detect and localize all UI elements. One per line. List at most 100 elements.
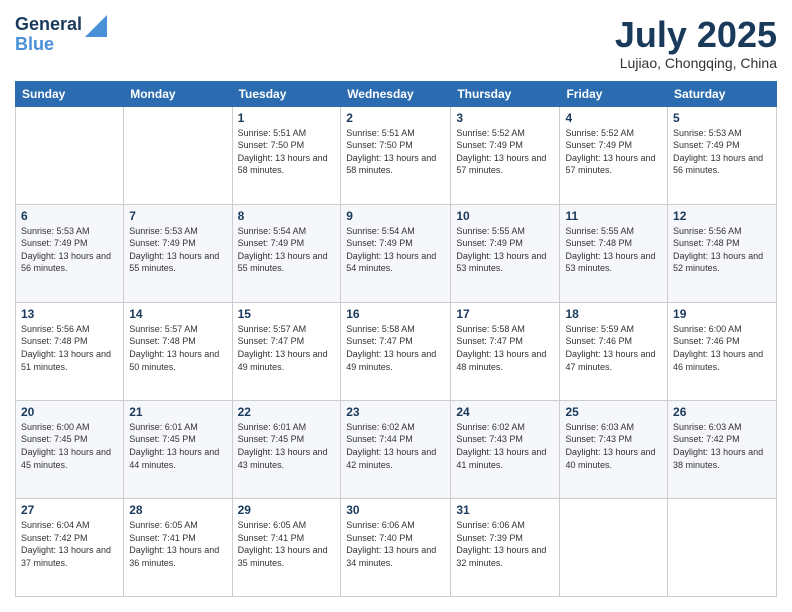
calendar-cell: 27 Sunrise: 6:04 AM Sunset: 7:42 PM Dayli… bbox=[16, 498, 124, 596]
day-info: Sunrise: 5:55 AM Sunset: 7:48 PM Dayligh… bbox=[565, 225, 662, 275]
calendar-cell: 24 Sunrise: 6:02 AM Sunset: 7:43 PM Dayli… bbox=[451, 400, 560, 498]
day-number: 4 bbox=[565, 111, 662, 125]
calendar-header-tuesday: Tuesday bbox=[232, 81, 341, 106]
day-number: 31 bbox=[456, 503, 554, 517]
title-section: July 2025 Lujiao, Chongqing, China bbox=[615, 15, 777, 71]
day-info: Sunrise: 5:55 AM Sunset: 7:49 PM Dayligh… bbox=[456, 225, 554, 275]
day-number: 28 bbox=[129, 503, 226, 517]
day-info: Sunrise: 6:06 AM Sunset: 7:40 PM Dayligh… bbox=[346, 519, 445, 569]
calendar-header-sunday: Sunday bbox=[16, 81, 124, 106]
day-number: 19 bbox=[673, 307, 771, 321]
calendar-cell: 8 Sunrise: 5:54 AM Sunset: 7:49 PM Daylig… bbox=[232, 204, 341, 302]
calendar-header-saturday: Saturday bbox=[668, 81, 777, 106]
day-info: Sunrise: 5:59 AM Sunset: 7:46 PM Dayligh… bbox=[565, 323, 662, 373]
day-number: 18 bbox=[565, 307, 662, 321]
day-number: 5 bbox=[673, 111, 771, 125]
day-info: Sunrise: 5:53 AM Sunset: 7:49 PM Dayligh… bbox=[21, 225, 118, 275]
calendar-cell: 16 Sunrise: 5:58 AM Sunset: 7:47 PM Dayli… bbox=[341, 302, 451, 400]
calendar-cell: 5 Sunrise: 5:53 AM Sunset: 7:49 PM Daylig… bbox=[668, 106, 777, 204]
day-number: 20 bbox=[21, 405, 118, 419]
day-info: Sunrise: 5:53 AM Sunset: 7:49 PM Dayligh… bbox=[129, 225, 226, 275]
day-info: Sunrise: 5:58 AM Sunset: 7:47 PM Dayligh… bbox=[456, 323, 554, 373]
day-info: Sunrise: 5:56 AM Sunset: 7:48 PM Dayligh… bbox=[21, 323, 118, 373]
calendar-cell: 3 Sunrise: 5:52 AM Sunset: 7:49 PM Daylig… bbox=[451, 106, 560, 204]
day-info: Sunrise: 6:04 AM Sunset: 7:42 PM Dayligh… bbox=[21, 519, 118, 569]
calendar-cell: 4 Sunrise: 5:52 AM Sunset: 7:49 PM Daylig… bbox=[560, 106, 668, 204]
day-info: Sunrise: 5:56 AM Sunset: 7:48 PM Dayligh… bbox=[673, 225, 771, 275]
calendar-header-row: SundayMondayTuesdayWednesdayThursdayFrid… bbox=[16, 81, 777, 106]
day-number: 27 bbox=[21, 503, 118, 517]
calendar-cell: 19 Sunrise: 6:00 AM Sunset: 7:46 PM Dayli… bbox=[668, 302, 777, 400]
day-info: Sunrise: 5:52 AM Sunset: 7:49 PM Dayligh… bbox=[565, 127, 662, 177]
day-number: 23 bbox=[346, 405, 445, 419]
day-info: Sunrise: 5:52 AM Sunset: 7:49 PM Dayligh… bbox=[456, 127, 554, 177]
calendar-cell: 21Sunrise: 6:01 AM Sunset: 7:45 PM Dayli… bbox=[124, 400, 232, 498]
day-number: 26 bbox=[673, 405, 771, 419]
logo: General Blue bbox=[15, 15, 107, 55]
day-info: Sunrise: 6:03 AM Sunset: 7:42 PM Dayligh… bbox=[673, 421, 771, 471]
day-info: Sunrise: 6:00 AM Sunset: 7:45 PM Dayligh… bbox=[21, 421, 118, 471]
calendar-cell: 20 Sunrise: 6:00 AM Sunset: 7:45 PM Dayli… bbox=[16, 400, 124, 498]
location: Lujiao, Chongqing, China bbox=[615, 55, 777, 71]
month-year: July 2025 bbox=[615, 15, 777, 55]
logo-general: General bbox=[15, 15, 82, 35]
calendar-cell: 25Sunrise: 6:03 AM Sunset: 7:43 PM Dayli… bbox=[560, 400, 668, 498]
day-number: 3 bbox=[456, 111, 554, 125]
day-info: Sunrise: 5:58 AM Sunset: 7:47 PM Dayligh… bbox=[346, 323, 445, 373]
day-number: 21 bbox=[129, 405, 226, 419]
day-number: 14 bbox=[129, 307, 226, 321]
day-info: Sunrise: 5:53 AM Sunset: 7:49 PM Dayligh… bbox=[673, 127, 771, 177]
day-number: 8 bbox=[238, 209, 336, 223]
day-number: 2 bbox=[346, 111, 445, 125]
calendar-cell: 13 Sunrise: 5:56 AM Sunset: 7:48 PM Dayli… bbox=[16, 302, 124, 400]
calendar-cell: 12Sunrise: 5:56 AM Sunset: 7:48 PM Dayli… bbox=[668, 204, 777, 302]
page: General Blue July 2025 Lujiao, Chongqing… bbox=[0, 0, 792, 612]
day-number: 16 bbox=[346, 307, 445, 321]
day-number: 17 bbox=[456, 307, 554, 321]
logo-text: General Blue bbox=[15, 15, 82, 55]
calendar-header-thursday: Thursday bbox=[451, 81, 560, 106]
calendar-cell: 6Sunrise: 5:53 AM Sunset: 7:49 PM Daylig… bbox=[16, 204, 124, 302]
calendar-header-friday: Friday bbox=[560, 81, 668, 106]
calendar-row-3: 20 Sunrise: 6:00 AM Sunset: 7:45 PM Dayli… bbox=[16, 400, 777, 498]
day-info: Sunrise: 6:05 AM Sunset: 7:41 PM Dayligh… bbox=[129, 519, 226, 569]
calendar: SundayMondayTuesdayWednesdayThursdayFrid… bbox=[15, 81, 777, 597]
calendar-header-wednesday: Wednesday bbox=[341, 81, 451, 106]
calendar-cell: 11 Sunrise: 5:55 AM Sunset: 7:48 PM Dayli… bbox=[560, 204, 668, 302]
day-number: 30 bbox=[346, 503, 445, 517]
day-number: 1 bbox=[238, 111, 336, 125]
calendar-cell bbox=[560, 498, 668, 596]
calendar-cell: 14 Sunrise: 5:57 AM Sunset: 7:48 PM Dayli… bbox=[124, 302, 232, 400]
calendar-cell: 29 Sunrise: 6:05 AM Sunset: 7:41 PM Dayli… bbox=[232, 498, 341, 596]
calendar-row-4: 27 Sunrise: 6:04 AM Sunset: 7:42 PM Dayli… bbox=[16, 498, 777, 596]
day-info: Sunrise: 6:05 AM Sunset: 7:41 PM Dayligh… bbox=[238, 519, 336, 569]
header: General Blue July 2025 Lujiao, Chongqing… bbox=[15, 15, 777, 71]
calendar-row-1: 6Sunrise: 5:53 AM Sunset: 7:49 PM Daylig… bbox=[16, 204, 777, 302]
day-number: 10 bbox=[456, 209, 554, 223]
day-number: 9 bbox=[346, 209, 445, 223]
day-info: Sunrise: 5:57 AM Sunset: 7:48 PM Dayligh… bbox=[129, 323, 226, 373]
day-info: Sunrise: 6:03 AM Sunset: 7:43 PM Dayligh… bbox=[565, 421, 662, 471]
day-info: Sunrise: 5:54 AM Sunset: 7:49 PM Dayligh… bbox=[238, 225, 336, 275]
calendar-cell: 15Sunrise: 5:57 AM Sunset: 7:47 PM Dayli… bbox=[232, 302, 341, 400]
day-info: Sunrise: 6:00 AM Sunset: 7:46 PM Dayligh… bbox=[673, 323, 771, 373]
day-info: Sunrise: 5:51 AM Sunset: 7:50 PM Dayligh… bbox=[238, 127, 336, 177]
calendar-cell: 23Sunrise: 6:02 AM Sunset: 7:44 PM Dayli… bbox=[341, 400, 451, 498]
calendar-cell: 9Sunrise: 5:54 AM Sunset: 7:49 PM Daylig… bbox=[341, 204, 451, 302]
day-number: 29 bbox=[238, 503, 336, 517]
day-number: 15 bbox=[238, 307, 336, 321]
day-number: 22 bbox=[238, 405, 336, 419]
calendar-row-0: 1 Sunrise: 5:51 AM Sunset: 7:50 PM Daylig… bbox=[16, 106, 777, 204]
day-number: 11 bbox=[565, 209, 662, 223]
calendar-cell: 2Sunrise: 5:51 AM Sunset: 7:50 PM Daylig… bbox=[341, 106, 451, 204]
day-info: Sunrise: 6:02 AM Sunset: 7:43 PM Dayligh… bbox=[456, 421, 554, 471]
day-number: 24 bbox=[456, 405, 554, 419]
day-number: 7 bbox=[129, 209, 226, 223]
day-number: 13 bbox=[21, 307, 118, 321]
calendar-cell: 18 Sunrise: 5:59 AM Sunset: 7:46 PM Dayli… bbox=[560, 302, 668, 400]
calendar-header-monday: Monday bbox=[124, 81, 232, 106]
calendar-cell: 22Sunrise: 6:01 AM Sunset: 7:45 PM Dayli… bbox=[232, 400, 341, 498]
calendar-cell: 7 Sunrise: 5:53 AM Sunset: 7:49 PM Daylig… bbox=[124, 204, 232, 302]
calendar-cell: 28 Sunrise: 6:05 AM Sunset: 7:41 PM Dayli… bbox=[124, 498, 232, 596]
calendar-cell bbox=[124, 106, 232, 204]
